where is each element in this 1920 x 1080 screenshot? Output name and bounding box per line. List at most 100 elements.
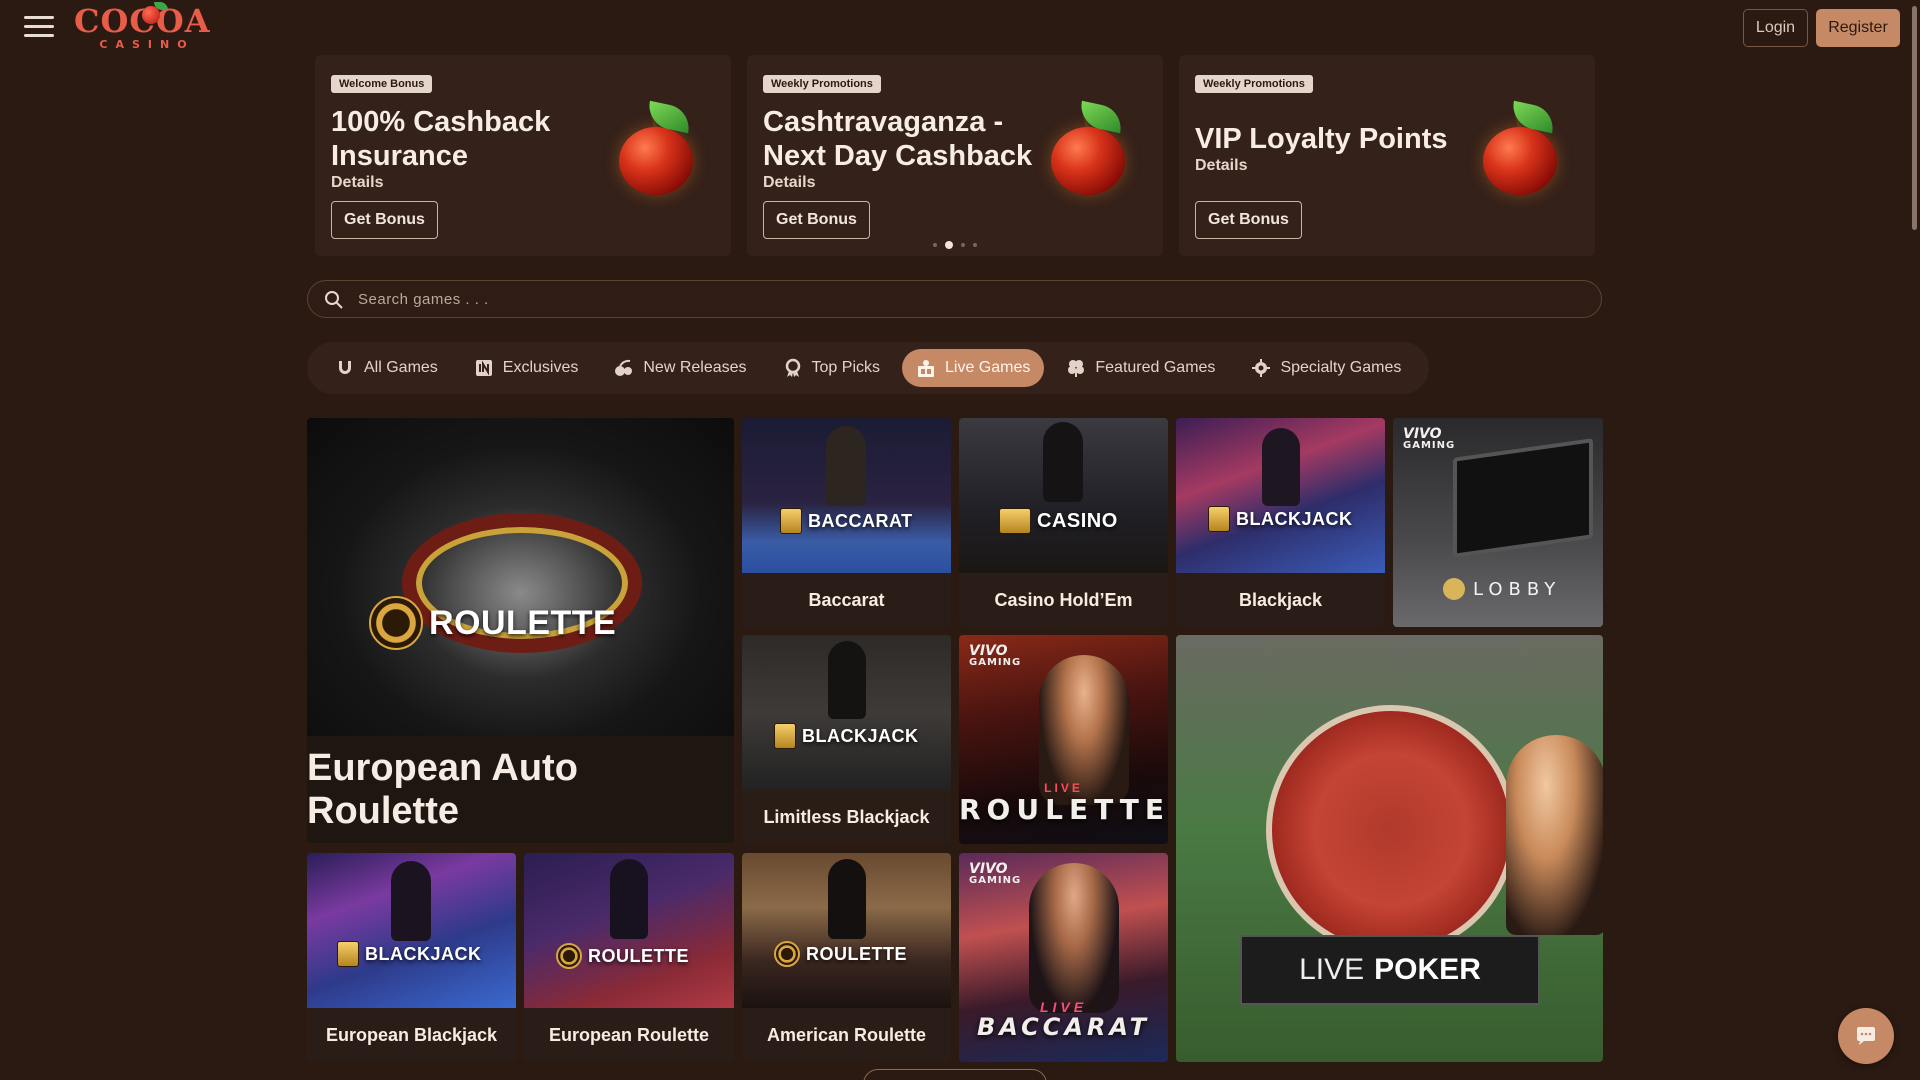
tab-all-games[interactable]: All Games <box>321 349 452 387</box>
roulette-badge: ROULETTE <box>369 596 616 650</box>
lobby-coin-icon <box>1443 578 1465 600</box>
tab-new-releases[interactable]: New Releases <box>600 349 760 387</box>
promo-card-cashback-insurance[interactable]: Welcome Bonus 100% Cashback Insurance De… <box>315 55 731 256</box>
game-category-tabs: All Games Exclusives New Releases Top Pi… <box>307 342 1430 394</box>
get-bonus-button[interactable]: Get Bonus <box>1195 201 1302 239</box>
carousel-dot[interactable] <box>961 243 965 247</box>
hamburger-menu-icon[interactable] <box>24 16 54 40</box>
tab-top-picks[interactable]: Top Picks <box>769 349 894 387</box>
tab-live-games[interactable]: Live Games <box>902 349 1045 387</box>
game-title: American Roulette <box>742 1008 951 1062</box>
promo-details-link[interactable]: Details <box>1195 157 1247 175</box>
game-thumbnail: ROULETTE <box>742 853 951 1008</box>
roulette-icon <box>369 596 423 650</box>
blackjack-badge: BLACKJACK <box>774 723 919 749</box>
roulette-icon <box>556 943 582 969</box>
badge-label: BACCARAT <box>808 510 913 531</box>
game-thumbnail: ROULETTE <box>524 853 734 1008</box>
tab-label: Specialty Games <box>1280 359 1402 376</box>
game-tile-american-roulette[interactable]: ROULETTE American Roulette <box>742 853 951 1062</box>
promo-tag: Weekly Promotions <box>763 75 881 93</box>
login-button[interactable]: Login <box>1743 9 1808 47</box>
game-title: Blackjack <box>1176 573 1385 627</box>
carousel-dot[interactable] <box>933 243 937 247</box>
game-tile-live-poker[interactable]: LIVE POKER <box>1176 635 1603 1062</box>
dealer-image <box>828 859 866 939</box>
search-bar <box>307 280 1602 318</box>
badge-label: ROULETTE <box>588 945 689 966</box>
cards-icon <box>1208 506 1230 532</box>
promo-card-vip-loyalty[interactable]: Weekly Promotions VIP Loyalty Points Det… <box>1179 55 1595 256</box>
game-tile-baccarat[interactable]: BACCARAT Baccarat <box>742 418 951 627</box>
vivo-sub-label: GAMING <box>1403 440 1456 451</box>
lobby-label: LOBBY <box>1473 578 1562 600</box>
get-bonus-button[interactable]: Get Bonus <box>331 201 438 239</box>
award-icon <box>783 358 803 378</box>
game-title: Baccarat <box>742 573 951 627</box>
exclusive-icon <box>474 358 494 378</box>
game-tile-limitless-blackjack[interactable]: BLACKJACK Limitless Blackjack <box>742 635 951 844</box>
live-poker-banner: LIVE POKER <box>1240 935 1540 1005</box>
game-tile-vivo-lobby[interactable]: VIVO GAMING LOBBY <box>1393 418 1603 627</box>
slot-777-icon <box>999 508 1031 534</box>
promo-tag: Weekly Promotions <box>1195 75 1313 93</box>
badge-label: ROULETTE <box>429 603 617 642</box>
blackjack-badge: BLACKJACK <box>1208 506 1353 532</box>
tab-featured-games[interactable]: Featured Games <box>1052 349 1229 387</box>
carousel-dot[interactable] <box>973 243 977 247</box>
promo-details-link[interactable]: Details <box>763 174 815 192</box>
dealer-image <box>1043 422 1083 502</box>
carousel-dot-active[interactable] <box>945 241 953 249</box>
game-title: European Blackjack <box>307 1008 516 1062</box>
dealer-image <box>610 859 648 939</box>
game-tile-vivo-live-roulette[interactable]: VIVO GAMING LIVE ROULETTE <box>959 635 1168 844</box>
cards-icon <box>774 723 796 749</box>
tab-label: Exclusives <box>502 359 579 376</box>
page-scrollbar[interactable] <box>1908 0 1920 1080</box>
top-header: COCOA CASINO Login Register <box>0 0 1920 56</box>
live-chat-button[interactable] <box>1838 1008 1894 1064</box>
promo-tag: Welcome Bonus <box>331 75 433 93</box>
load-more-button[interactable] <box>863 1069 1047 1080</box>
dealer-image <box>1506 735 1603 935</box>
promo-title: Cashtravaganza - Next Day Cashback <box>763 106 1033 172</box>
game-thumbnail: BLACKJACK <box>742 635 951 790</box>
promo-details-link[interactable]: Details <box>331 174 383 192</box>
tab-label: New Releases <box>643 359 747 376</box>
chat-bubble-icon <box>1857 1027 1875 1045</box>
poker-table-image <box>1266 705 1516 955</box>
tab-label: All Games <box>364 359 438 376</box>
vivo-gaming-logo: VIVO GAMING <box>1403 427 1456 452</box>
badge-label: BLACKJACK <box>365 943 482 964</box>
game-tile-blackjack[interactable]: BLACKJACK Blackjack <box>1176 418 1385 627</box>
tab-specialty-games[interactable]: Specialty Games <box>1237 349 1415 387</box>
live-dealer-icon <box>916 358 936 378</box>
logo-subtext: CASINO <box>99 38 195 51</box>
poker-label: POKER <box>1374 953 1481 986</box>
game-tile-european-roulette[interactable]: ROULETTE European Roulette <box>524 853 734 1062</box>
vivo-sub-label: GAMING <box>969 875 1022 886</box>
vivo-gaming-logo: VIVO GAMING <box>969 862 1022 887</box>
game-tile-european-auto-roulette[interactable]: ROULETTE European Auto Roulette <box>307 418 734 843</box>
roulette-badge: ROULETTE <box>556 943 689 969</box>
game-tile-european-blackjack[interactable]: BLACKJACK European Blackjack <box>307 853 516 1062</box>
game-tile-casino-holdem[interactable]: CASINO Casino Hold’Em <box>959 418 1168 627</box>
live-label: LIVE <box>1299 953 1365 986</box>
tab-label: Top Picks <box>811 359 880 376</box>
game-title: Casino Hold’Em <box>959 573 1168 627</box>
game-thumbnail: BACCARAT <box>742 418 951 573</box>
game-thumbnail: CASINO <box>959 418 1168 573</box>
scrollbar-thumb[interactable] <box>1912 6 1917 230</box>
cocoa-casino-logo[interactable]: COCOA CASINO <box>74 2 210 52</box>
game-thumbnail: ROULETTE <box>307 418 734 736</box>
register-button[interactable]: Register <box>1816 9 1900 47</box>
horseshoe-icon <box>335 358 355 378</box>
search-input[interactable] <box>358 281 1578 317</box>
promo-card-cashtravaganza[interactable]: Weekly Promotions Cashtravaganza - Next … <box>747 55 1163 256</box>
get-bonus-button[interactable]: Get Bonus <box>763 201 870 239</box>
game-tile-vivo-live-baccarat[interactable]: VIVO GAMING LIVE BACCARAT <box>959 853 1168 1062</box>
cards-icon <box>337 941 359 967</box>
game-thumbnail: BLACKJACK <box>1176 418 1385 573</box>
roulette-badge: ROULETTE <box>774 941 907 967</box>
tab-exclusives[interactable]: Exclusives <box>460 349 593 387</box>
